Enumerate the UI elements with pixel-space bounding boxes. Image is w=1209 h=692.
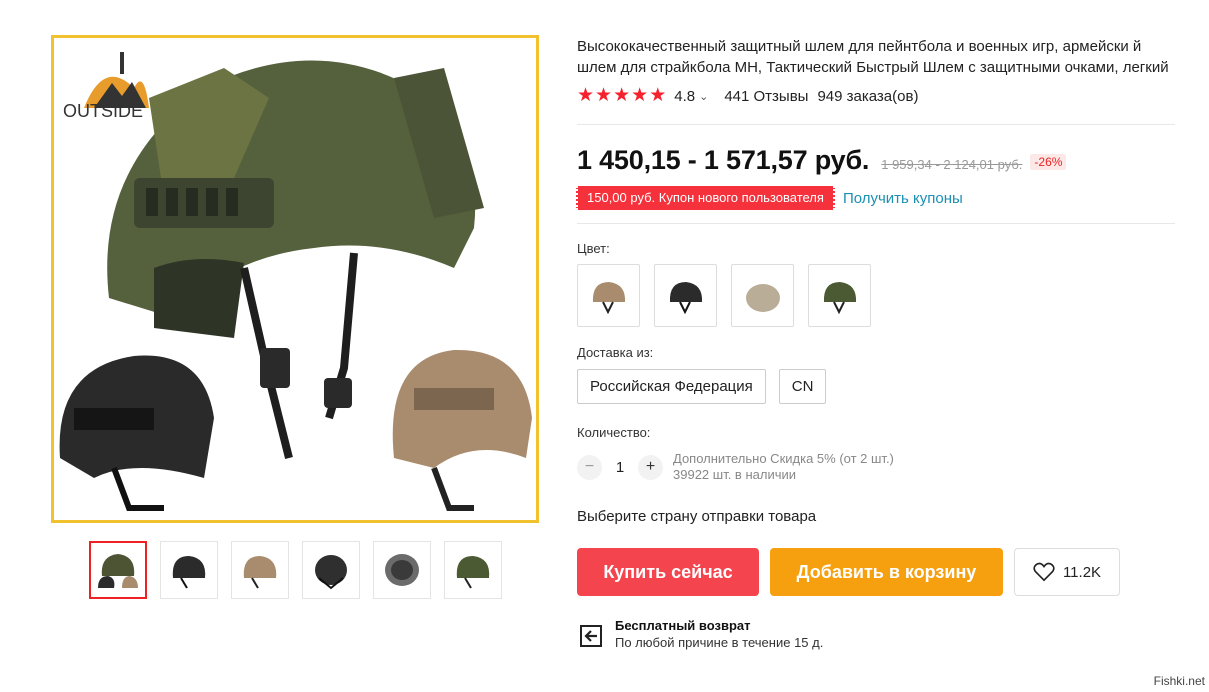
thumbnail-strip: [89, 541, 502, 599]
ship-from-options: Российская Федерация CN: [577, 369, 1177, 404]
star-icon: ★: [577, 85, 595, 106]
buy-now-button[interactable]: Купить сейчас: [577, 548, 759, 596]
coupon-row: 150,00 руб. Купон нового пользователя По…: [576, 186, 1177, 210]
product-info: Высококачественный защитный шлем для пей…: [576, 36, 1177, 652]
ship-option-cn[interactable]: CN: [778, 369, 827, 404]
helmet-set-thumb-icon: [98, 554, 138, 588]
new-user-coupon: 150,00 руб. Купон нового пользователя: [576, 186, 835, 210]
thumbnail-5[interactable]: [373, 541, 431, 599]
quantity-info: Дополнительно Скидка 5% (от 2 шт.) 39922…: [673, 451, 894, 483]
star-icon: ★: [631, 85, 649, 106]
rating-row: ★ ★ ★ ★ ★ 4.8 ⌄ 441 Отзывы 949 заказа(ов…: [577, 86, 1177, 106]
returns-subtitle: По любой причине в течение 15 д.: [615, 635, 824, 650]
rating-stars: ★ ★ ★ ★ ★: [577, 85, 667, 106]
outside-logo: [84, 52, 149, 108]
helmet-black-thumb-icon: [172, 556, 206, 589]
return-icon: [580, 625, 602, 647]
black-helmet: [59, 355, 215, 511]
ship-option-russia[interactable]: Российская Федерация: [577, 369, 766, 404]
helmet-set-image: OUTSIDE: [59, 52, 532, 511]
price-row: 1 450,15 - 1 571,57 руб. 1 959,34 - 2 12…: [577, 145, 1177, 175]
product-title: Высококачественный защитный шлем для пей…: [577, 38, 1169, 76]
color-label: Цвет:: [577, 241, 610, 256]
get-coupons-link[interactable]: Получить купоны: [843, 190, 963, 207]
returns-title: Бесплатный возврат: [615, 618, 751, 633]
main-product-image[interactable]: OUTSIDE: [51, 35, 539, 523]
brand-logo-text: OUTSIDE: [63, 101, 143, 121]
star-icon: ★: [595, 85, 613, 106]
color-swatch-khaki[interactable]: [731, 264, 794, 327]
ship-from-label: Доставка из:: [577, 345, 654, 360]
rating-value[interactable]: 4.8: [674, 88, 695, 105]
heart-icon: [1033, 562, 1055, 582]
thumbnail-6[interactable]: [444, 541, 502, 599]
tan-helmet: [392, 349, 532, 511]
watermark: Fishki.net: [1153, 674, 1205, 688]
helmet-green-thumb-icon: [456, 556, 490, 589]
add-to-cart-button[interactable]: Добавить в корзину: [770, 548, 1003, 596]
stock-count: 39922 шт. в наличии: [673, 467, 796, 482]
helmet-tan-icon: [592, 281, 625, 314]
chevron-down-icon[interactable]: ⌄: [699, 90, 708, 103]
helmet-black-back-thumb-icon: [315, 555, 347, 590]
current-price: 1 450,15 - 1 571,57 руб.: [577, 145, 870, 175]
old-price: 1 959,34 - 2 124,01 руб.: [881, 157, 1023, 172]
quantity-minus-button[interactable]: −: [577, 454, 602, 480]
quantity-value[interactable]: 1: [602, 459, 638, 476]
thumbnail-3[interactable]: [231, 541, 289, 599]
helmet-inside-thumb-icon: [385, 554, 419, 586]
star-icon: ★: [613, 85, 631, 106]
discount-badge: -26%: [1030, 154, 1067, 170]
quantity-stepper: − 1 + Дополнительно Скидка 5% (от 2 шт.)…: [577, 451, 1177, 483]
helmet-black-icon: [669, 281, 702, 314]
helmet-khaki-icon: [745, 283, 780, 312]
thumbnail-1[interactable]: [89, 541, 147, 599]
purchase-actions: Купить сейчас Добавить в корзину 11.2K: [577, 548, 1177, 596]
quantity-label: Количество:: [577, 425, 651, 440]
thumbnail-4[interactable]: [302, 541, 360, 599]
divider: [577, 223, 1175, 224]
free-returns: Бесплатный возврат По любой причине в те…: [577, 618, 1177, 652]
helmet-green-icon: [823, 281, 856, 314]
thumbnail-2[interactable]: [160, 541, 218, 599]
wishlist-count: 11.2K: [1062, 563, 1102, 581]
star-icon: ★: [649, 85, 667, 106]
color-swatch-black[interactable]: [654, 264, 717, 327]
helmet-tan-thumb-icon: [243, 556, 277, 589]
divider: [577, 124, 1175, 125]
select-country-note: Выберите страну отправки товара: [577, 508, 817, 525]
bulk-discount-note: Дополнительно Скидка 5% (от 2 шт.): [673, 451, 894, 466]
reviews-link[interactable]: 441 Отзывы: [724, 88, 808, 105]
wishlist-button[interactable]: 11.2K: [1014, 548, 1120, 596]
color-swatch-tan[interactable]: [577, 264, 640, 327]
color-swatches: [577, 264, 1177, 327]
quantity-plus-button[interactable]: +: [638, 454, 663, 480]
orders-count: 949 заказа(ов): [817, 87, 919, 105]
color-swatch-green[interactable]: [808, 264, 871, 327]
